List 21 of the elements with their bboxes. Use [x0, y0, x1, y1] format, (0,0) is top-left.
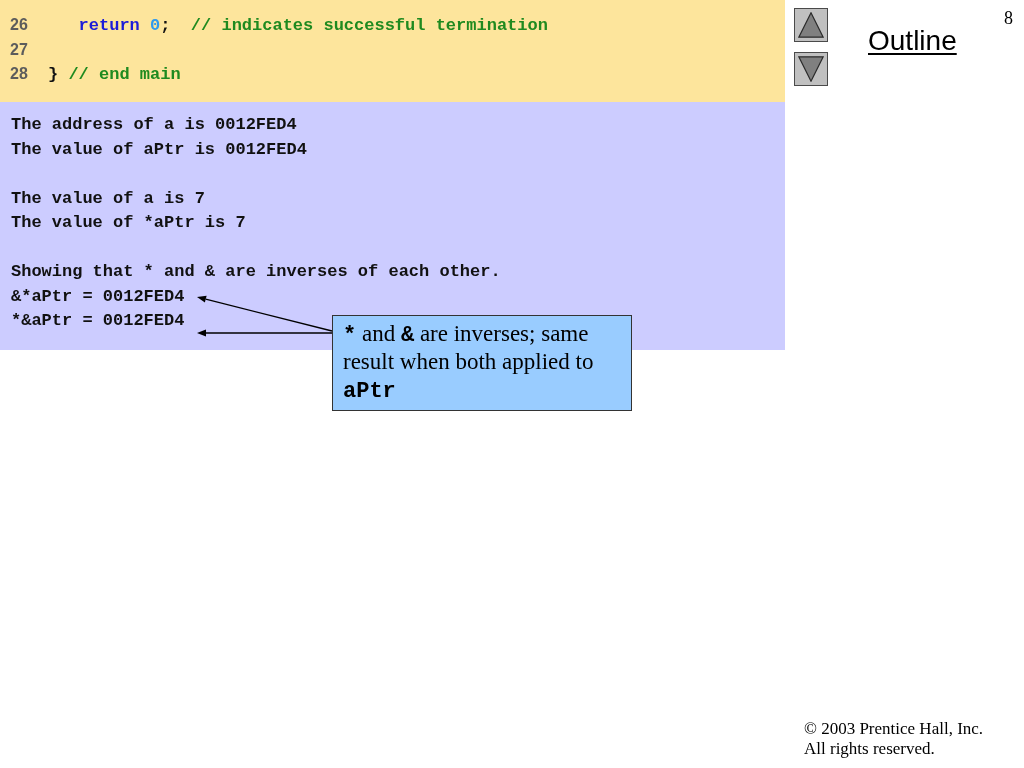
up-triangle-icon	[798, 12, 824, 38]
output-line: &*aPtr = 0012FED4	[11, 286, 185, 308]
line-number: 27	[10, 40, 28, 58]
page-number: 8	[1004, 8, 1013, 29]
code-line: } // end main	[48, 65, 181, 84]
line-number: 26	[10, 16, 28, 33]
output-line: The address of a is 0012FED4	[11, 115, 297, 136]
output-line: Showing that * and & are inverses of each other.	[11, 262, 501, 283]
down-triangle-icon	[798, 56, 824, 82]
callout-note: * and & are inverses; same result when both applied to aPtr	[332, 315, 632, 411]
line-number: 28	[10, 65, 28, 82]
previous-button[interactable]	[794, 8, 828, 42]
rights-text: All rights reserved.	[804, 739, 935, 759]
output-line: The value of *aPtr is 7	[11, 213, 246, 234]
output-line: *&aPtr = 0012FED4	[11, 311, 185, 332]
output-line: The value of aPtr is 0012FED4	[11, 139, 307, 161]
output-line: The value of a is 7	[11, 188, 205, 210]
next-button[interactable]	[794, 52, 828, 86]
copyright-text: © 2003 Prentice Hall, Inc.	[804, 719, 984, 739]
outline-link[interactable]: Outline	[868, 25, 957, 57]
code-line: return 0; // indicates successful termination	[78, 16, 548, 35]
